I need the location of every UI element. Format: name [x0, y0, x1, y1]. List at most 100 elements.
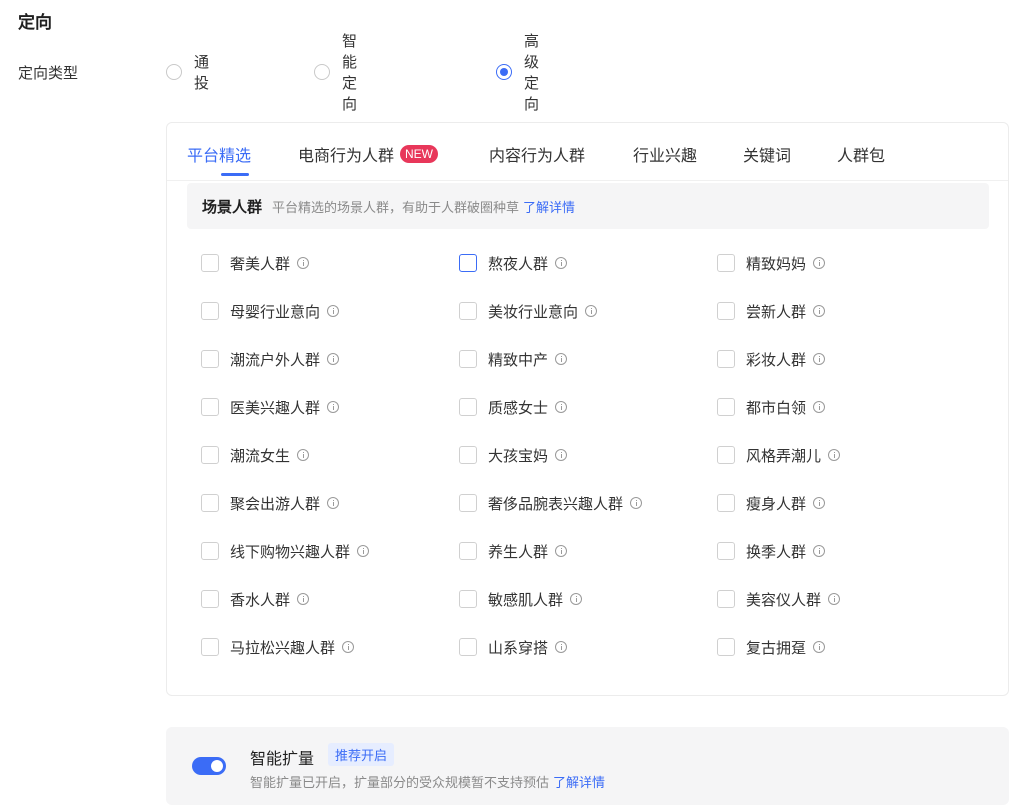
checkbox[interactable]: [717, 638, 735, 656]
info-icon[interactable]: [327, 305, 340, 317]
tab-keywords[interactable]: 关键词: [743, 142, 791, 166]
checkbox[interactable]: [201, 590, 219, 608]
audience-checkbox-item[interactable]: 彩妆人群: [717, 347, 826, 371]
tab-ecommerce-behavior[interactable]: 电商行为人群 NEW: [298, 142, 439, 166]
audience-checkbox-item[interactable]: 美容仪人群: [717, 587, 841, 611]
audience-checkbox-item[interactable]: 线下购物兴趣人群: [201, 539, 370, 563]
checkbox[interactable]: [201, 446, 219, 464]
info-icon[interactable]: [357, 545, 370, 557]
audience-checkbox-item[interactable]: 质感女士: [459, 395, 568, 419]
audience-label: 精致妈妈: [746, 255, 807, 273]
info-icon[interactable]: [828, 449, 841, 461]
audience-checkbox-item[interactable]: 瘦身人群: [717, 491, 826, 515]
audience-checkbox-item[interactable]: 潮流女生: [201, 443, 310, 467]
audience-checkbox-item[interactable]: 奢美人群: [201, 251, 310, 275]
checkbox[interactable]: [459, 494, 477, 512]
info-icon[interactable]: [813, 545, 826, 557]
smart-expand-toggle[interactable]: [192, 757, 226, 775]
audience-checkbox-item[interactable]: 风格弄潮儿: [717, 443, 841, 467]
info-icon[interactable]: [297, 257, 310, 269]
audience-checkbox-item[interactable]: 潮流户外人群: [201, 347, 340, 371]
audience-checkbox-item[interactable]: 医美兴趣人群: [201, 395, 340, 419]
radio-circle[interactable]: [496, 64, 512, 80]
audience-checkbox-item[interactable]: 精致妈妈: [717, 251, 826, 275]
info-icon[interactable]: [813, 401, 826, 413]
checkbox[interactable]: [201, 302, 219, 320]
recommend-tag: 推荐开启: [328, 743, 395, 766]
checkbox[interactable]: [201, 350, 219, 368]
audience-checkbox-item[interactable]: 香水人群: [201, 587, 310, 611]
info-icon[interactable]: [570, 593, 583, 605]
checkbox[interactable]: [717, 446, 735, 464]
checkbox[interactable]: [201, 638, 219, 656]
radio-circle[interactable]: [166, 64, 182, 80]
audience-checkbox-item[interactable]: 大孩宝妈: [459, 443, 568, 467]
info-icon[interactable]: [555, 449, 568, 461]
info-icon[interactable]: [555, 545, 568, 557]
checkbox[interactable]: [459, 638, 477, 656]
tab-content-behavior[interactable]: 内容行为人群: [489, 142, 585, 166]
checkbox[interactable]: [459, 350, 477, 368]
audience-checkbox-item[interactable]: 马拉松兴趣人群: [201, 635, 355, 659]
info-icon[interactable]: [327, 497, 340, 509]
audience-checkbox-item[interactable]: 都市白领: [717, 395, 826, 419]
tab-platform-picks[interactable]: 平台精选: [187, 142, 251, 166]
checkbox[interactable]: [459, 542, 477, 560]
info-icon[interactable]: [342, 641, 355, 653]
audience-checkbox-item[interactable]: 奢侈品腕表兴趣人群: [459, 491, 643, 515]
radio-advanced[interactable]: 高级定向: [496, 33, 539, 113]
checkbox[interactable]: [717, 398, 735, 416]
info-icon[interactable]: [555, 257, 568, 269]
info-icon[interactable]: [555, 641, 568, 653]
radio-general[interactable]: 通投: [166, 54, 209, 92]
audience-checkbox-item[interactable]: 母婴行业意向: [201, 299, 340, 323]
scene-learn-more-link[interactable]: 了解详情: [523, 197, 575, 216]
audience-checkbox-item[interactable]: 聚会出游人群: [201, 491, 340, 515]
smart-expand-learn-more-link[interactable]: 了解详情: [553, 775, 605, 790]
audience-checkbox-item[interactable]: 美妆行业意向: [459, 299, 598, 323]
tab-label: 内容行为人群: [489, 148, 586, 165]
info-icon[interactable]: [828, 593, 841, 605]
checkbox[interactable]: [459, 446, 477, 464]
info-icon[interactable]: [813, 305, 826, 317]
info-icon[interactable]: [555, 353, 568, 365]
info-icon[interactable]: [813, 497, 826, 509]
radio-smart[interactable]: 智能定向: [314, 33, 357, 113]
checkbox[interactable]: [201, 398, 219, 416]
info-icon[interactable]: [630, 497, 643, 509]
audience-checkbox-item[interactable]: 尝新人群: [717, 299, 826, 323]
info-icon[interactable]: [585, 305, 598, 317]
checkbox[interactable]: [201, 494, 219, 512]
radio-circle[interactable]: [314, 64, 330, 80]
audience-checkbox-item[interactable]: 山系穿搭: [459, 635, 568, 659]
info-icon[interactable]: [813, 257, 826, 269]
checkbox[interactable]: [201, 542, 219, 560]
info-icon[interactable]: [813, 353, 826, 365]
checkbox[interactable]: [717, 350, 735, 368]
audience-label: 母婴行业意向: [230, 303, 321, 321]
checkbox[interactable]: [459, 302, 477, 320]
info-icon[interactable]: [813, 641, 826, 653]
audience-checkbox-item[interactable]: 养生人群: [459, 539, 568, 563]
checkbox[interactable]: [459, 254, 477, 272]
info-icon[interactable]: [297, 593, 310, 605]
info-icon[interactable]: [297, 449, 310, 461]
info-icon[interactable]: [555, 401, 568, 413]
checkbox[interactable]: [459, 398, 477, 416]
checkbox[interactable]: [717, 494, 735, 512]
audience-checkbox-item[interactable]: 熬夜人群: [459, 251, 568, 275]
audience-checkbox-item[interactable]: 敏感肌人群: [459, 587, 583, 611]
checkbox[interactable]: [717, 542, 735, 560]
checkbox[interactable]: [201, 254, 219, 272]
audience-checkbox-item[interactable]: 精致中产: [459, 347, 568, 371]
tab-industry-interest[interactable]: 行业兴趣: [633, 142, 697, 166]
info-icon[interactable]: [327, 401, 340, 413]
checkbox[interactable]: [717, 254, 735, 272]
tab-audience-package[interactable]: 人群包: [837, 142, 885, 166]
checkbox[interactable]: [717, 590, 735, 608]
audience-checkbox-item[interactable]: 复古拥趸: [717, 635, 826, 659]
checkbox[interactable]: [459, 590, 477, 608]
checkbox[interactable]: [717, 302, 735, 320]
info-icon[interactable]: [327, 353, 340, 365]
audience-checkbox-item[interactable]: 换季人群: [717, 539, 826, 563]
